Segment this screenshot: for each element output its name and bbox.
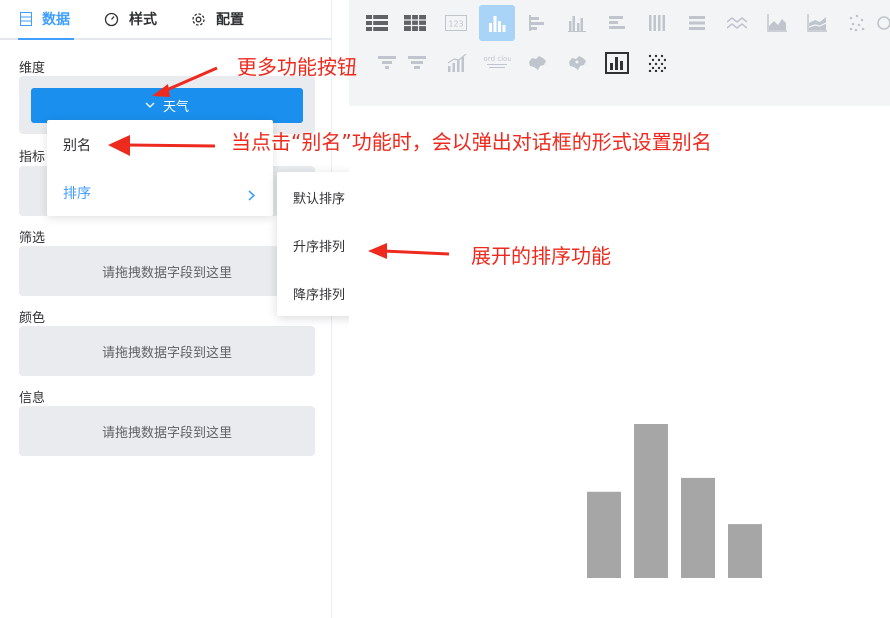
filter-dropzone[interactable]: 请拖拽数据字段到这里 bbox=[19, 246, 315, 296]
submenu-item-descending[interactable]: 降序排列 bbox=[293, 284, 345, 303]
stacked-horizontal-bar-icon[interactable] bbox=[599, 5, 635, 41]
chart-type-toolbar: 123 ord clou bbox=[349, 0, 890, 90]
dropzone-placeholder: 请拖拽数据字段到这里 bbox=[101, 265, 232, 281]
tab-data[interactable]: 数据 bbox=[20, 0, 70, 38]
menu-item-sort[interactable]: 排序 bbox=[63, 183, 91, 203]
gauge-icon bbox=[104, 12, 119, 27]
filter-label: 筛选 bbox=[19, 231, 46, 246]
metric-label: 指标 bbox=[19, 150, 46, 165]
chart-workspace: 123 ord clou bbox=[349, 0, 890, 618]
dot-matrix-icon[interactable] bbox=[639, 45, 675, 81]
annotation-sort: 展开的排序功能 bbox=[471, 244, 611, 268]
dimension-label: 维度 bbox=[19, 61, 46, 76]
area-chart-icon[interactable] bbox=[759, 5, 795, 41]
submenu-item-ascending[interactable]: 升序排列 bbox=[293, 236, 345, 255]
bar-chart-icon[interactable] bbox=[479, 5, 515, 41]
annotation-more-button: 更多功能按钮 bbox=[237, 55, 357, 79]
bar-preview-icon[interactable] bbox=[599, 45, 635, 81]
info-dropzone[interactable]: 请拖拽数据字段到这里 bbox=[19, 406, 315, 456]
annotation-alias: 当点击“别名”功能时，会以弹出对话框的形式设置别名 bbox=[231, 130, 712, 154]
tab-config[interactable]: 配置 bbox=[191, 0, 244, 38]
dimension-field-pill[interactable]: 天气 bbox=[31, 88, 303, 123]
dropzone-placeholder: 请拖拽数据字段到这里 bbox=[101, 425, 232, 441]
chevron-right-icon[interactable] bbox=[248, 186, 256, 205]
word-cloud-icon[interactable]: word cloud bbox=[479, 45, 515, 81]
pie-icon[interactable] bbox=[874, 5, 890, 41]
line-chart-icon[interactable] bbox=[719, 5, 755, 41]
placeholder-bar bbox=[728, 524, 762, 578]
placeholder-bar bbox=[681, 477, 715, 578]
chevron-down-icon[interactable] bbox=[145, 102, 155, 109]
china-map-bubble-icon[interactable] bbox=[559, 45, 595, 81]
menu-item-alias[interactable]: 别名 bbox=[63, 135, 91, 155]
dimension-field-name: 天气 bbox=[162, 100, 189, 115]
tab-data-label: 数据 bbox=[42, 12, 70, 28]
grouped-bar-icon[interactable] bbox=[559, 5, 595, 41]
placeholder-bar bbox=[634, 424, 668, 578]
scatter-icon[interactable] bbox=[839, 5, 875, 41]
funnel-icon[interactable] bbox=[399, 45, 435, 81]
info-label: 信息 bbox=[19, 391, 46, 406]
panel-tabs: 数据 样式 配置 bbox=[0, 0, 331, 40]
submenu-item-default-sort[interactable]: 默认排序 bbox=[293, 188, 345, 207]
color-label: 颜色 bbox=[19, 311, 46, 326]
tab-config-label: 配置 bbox=[216, 12, 244, 28]
china-map-icon[interactable] bbox=[519, 45, 555, 81]
active-tab-indicator bbox=[18, 38, 74, 40]
funnel-icon[interactable] bbox=[375, 45, 399, 81]
percent-horizontal-bar-icon[interactable] bbox=[679, 5, 715, 41]
stacked-area-icon[interactable] bbox=[799, 5, 835, 41]
horizontal-bar-icon[interactable] bbox=[519, 5, 555, 41]
placeholder-bar bbox=[587, 491, 621, 578]
word-cloud-label: word cloud bbox=[483, 55, 511, 63]
gear-icon bbox=[191, 12, 206, 27]
stacked-bar-icon[interactable] bbox=[639, 5, 675, 41]
cross-table-icon[interactable] bbox=[397, 5, 433, 41]
svg-text:123: 123 bbox=[448, 20, 463, 29]
waterfall-icon[interactable] bbox=[439, 45, 475, 81]
empty-chart-placeholder bbox=[587, 424, 762, 578]
chart-canvas bbox=[349, 106, 890, 618]
tab-style[interactable]: 样式 bbox=[104, 0, 157, 38]
dropzone-placeholder: 请拖拽数据字段到这里 bbox=[101, 345, 232, 361]
color-dropzone[interactable]: 请拖拽数据字段到这里 bbox=[19, 326, 315, 376]
table-icon[interactable] bbox=[359, 5, 395, 41]
number-card-icon[interactable]: 123 bbox=[438, 5, 474, 41]
tab-style-label: 样式 bbox=[129, 12, 157, 28]
table-icon bbox=[20, 12, 32, 26]
